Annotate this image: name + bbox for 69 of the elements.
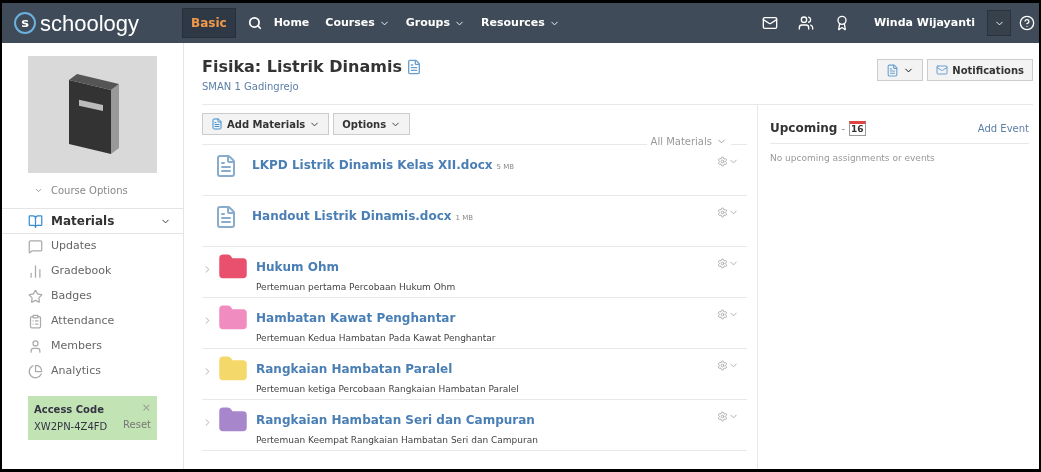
material-title[interactable]: Rangkaian Hambatan Seri dan Campuran [256, 411, 535, 429]
material-title[interactable]: LKPD Listrik Dinamis Kelas XII.docx [252, 156, 493, 174]
course-title: Fisika: Listrik Dinamis [202, 56, 402, 78]
sidebar-item[interactable]: Gradebook [2, 259, 183, 284]
nav-link[interactable]: Groups [405, 14, 466, 32]
upcoming-title: Upcoming [770, 120, 838, 137]
material-description: Pertemuan Keempat Rangkaian Hambatan Seri dan Campuran [256, 434, 539, 447]
material-title[interactable]: Handout Listrik Dinamis.docx [252, 207, 452, 225]
sidebar-item-icon [28, 314, 43, 329]
sidebar-item[interactable]: Members [2, 334, 183, 359]
material-title[interactable]: Rangkaian Hambatan Paralel [256, 360, 453, 378]
settings-menu-button[interactable] [717, 309, 739, 320]
material-title[interactable]: Hukum Ohm [256, 258, 340, 276]
nav-link[interactable]: Resources [481, 14, 560, 32]
document-icon [214, 205, 238, 229]
material-description: Pertemuan pertama Percobaan Hukum Ohm [256, 281, 457, 294]
access-code: XW2PN-4Z4FD [34, 420, 108, 434]
add-materials-icon [211, 118, 223, 130]
separator: - [841, 121, 846, 136]
sidebar-item-icon [28, 213, 43, 229]
add-materials-button[interactable]: Add Materials [202, 113, 330, 135]
calendar-icon[interactable]: 16 [849, 120, 866, 136]
document-icon [405, 59, 422, 75]
material-title[interactable]: Hambatan Kawat Penghantar [256, 309, 456, 327]
sidebar-item-icon [28, 289, 43, 304]
sidebar-item-icon [28, 339, 43, 354]
basic-mode-button[interactable]: Basic [182, 8, 236, 38]
sidebar-item[interactable]: Analytics [2, 359, 183, 384]
view-menu-button[interactable] [877, 59, 924, 81]
material-description: Pertemuan Kedua Hambatan Pada Kawat Penghantar [256, 332, 497, 345]
help-icon[interactable] [1019, 15, 1035, 31]
user-menu-button[interactable] [987, 10, 1011, 36]
empty-message: No upcoming assignments or events [770, 152, 936, 165]
sidebar-item[interactable]: Attendance [2, 309, 183, 334]
settings-icon [717, 309, 728, 320]
reset-link[interactable]: Reset [123, 417, 151, 432]
people-icon[interactable] [797, 15, 814, 31]
settings-menu-button[interactable] [717, 258, 739, 269]
settings-icon [717, 411, 728, 422]
settings-icon [717, 156, 728, 167]
caret-icon [34, 186, 43, 195]
search-icon[interactable] [247, 16, 262, 30]
sidebar-item[interactable]: Badges [2, 284, 183, 309]
settings-menu-button[interactable] [717, 360, 739, 371]
material-description: Pertemuan ketiga Percobaan Rangkaian Hambatan Paralel [256, 383, 520, 396]
logo[interactable]: s schoology [14, 6, 182, 40]
settings-menu-button[interactable] [717, 207, 739, 218]
logo-s-icon: s [14, 12, 36, 34]
settings-menu-button[interactable] [717, 411, 739, 422]
nav-link[interactable]: Courses [325, 14, 390, 32]
sidebar-item-icon [28, 364, 43, 379]
school-name[interactable]: SMAN 1 Gadingrejo [202, 79, 422, 94]
notifications-button[interactable]: Notifications [927, 59, 1033, 81]
settings-icon [717, 207, 728, 218]
notebook-icon [886, 63, 900, 77]
settings-icon [717, 258, 728, 269]
add-event-link[interactable]: Add Event [977, 120, 1029, 136]
sidebar-item-icon [28, 264, 43, 279]
sidebar-item-icon [28, 239, 43, 254]
mail-icon[interactable] [761, 15, 778, 31]
sidebar-item[interactable]: Updates [2, 234, 183, 259]
user-name[interactable]: Winda Wijayanti [873, 14, 975, 32]
settings-icon [717, 360, 728, 371]
document-icon [214, 154, 238, 178]
access-code-title: Access Code [34, 403, 105, 417]
mail-icon [936, 64, 949, 76]
nav-link[interactable]: Home [273, 14, 310, 32]
settings-menu-button[interactable] [717, 156, 739, 167]
options-button[interactable]: Options [333, 113, 411, 135]
